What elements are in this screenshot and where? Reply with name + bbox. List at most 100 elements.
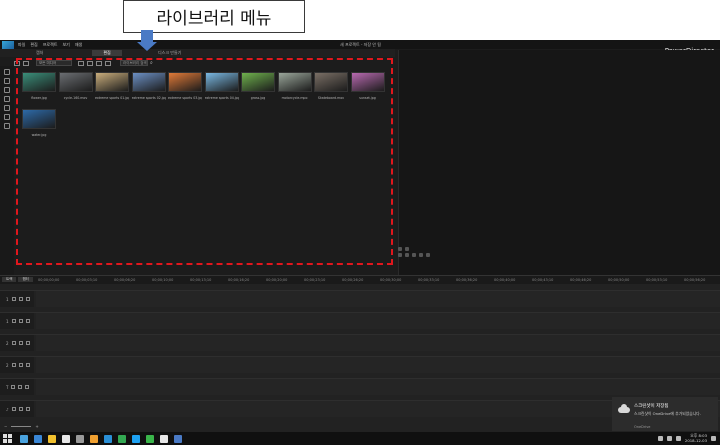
track-lock-icon[interactable] — [18, 407, 23, 411]
zoom-slider[interactable] — [11, 426, 32, 427]
menu-edit[interactable]: 편집 — [30, 42, 37, 48]
track-lock-icon[interactable] — [18, 297, 23, 301]
timeline-tab-tracks[interactable]: 트랙 — [2, 277, 17, 282]
track-mute-icon[interactable] — [25, 385, 30, 389]
tab-produce[interactable]: 디스크 만들기 — [152, 50, 187, 56]
timeline-track[interactable]: 2 — [0, 356, 720, 373]
clock[interactable]: 오후 8:03 2018-12-03 — [685, 433, 707, 443]
particle-room-icon[interactable] — [4, 96, 10, 102]
stop-icon[interactable] — [405, 253, 409, 257]
media-thumbnail[interactable]: extreme sports 02.jpg — [131, 72, 166, 100]
menu-play[interactable]: 재생 — [75, 42, 82, 48]
menu-view[interactable]: 보기 — [62, 42, 69, 48]
taskbar-app-icon[interactable] — [132, 434, 140, 443]
media-thumbnail[interactable]: extreme sports 01.jpg — [95, 72, 129, 100]
volume-icon[interactable] — [666, 435, 672, 441]
next-frame-icon[interactable] — [419, 253, 423, 257]
menu-file[interactable]: 파일 — [18, 42, 25, 48]
search-icon[interactable]: ⌕ — [150, 60, 153, 66]
library-search-input[interactable]: 라이브러리 검색 — [120, 60, 148, 66]
ime-icon[interactable] — [675, 435, 681, 441]
view-list-icon[interactable] — [78, 60, 84, 66]
transition-room-icon[interactable] — [4, 114, 10, 120]
taskbar-app-icon[interactable] — [104, 434, 112, 443]
media-thumbnail[interactable]: extreme sports 03.jpg — [168, 72, 202, 100]
track-mute-icon[interactable] — [25, 297, 30, 301]
visibility-checkbox-icon[interactable] — [11, 341, 16, 345]
taskbar-app-icon[interactable] — [174, 434, 182, 443]
timeline-ruler[interactable]: 트랙 챕터 00;00;00;00 00;00;03;10 00;00;06;20 0… — [0, 276, 720, 284]
media-thumbnail[interactable]: cycle-160.mov — [58, 72, 93, 100]
track-lock-icon[interactable] — [18, 319, 23, 323]
timeline-track[interactable]: 1 — [0, 312, 720, 329]
timeline-track[interactable]: 2 — [0, 334, 720, 351]
visibility-checkbox-icon[interactable] — [11, 363, 16, 367]
track-lane[interactable] — [36, 291, 720, 307]
audio-room-icon[interactable] — [4, 123, 10, 129]
track-lock-icon[interactable] — [18, 363, 23, 367]
visibility-checkbox-icon[interactable] — [11, 297, 16, 301]
notification-toast[interactable]: 스크린샷이 저장됨 스크린샷이 OneDrive에 추가되었습니다. OneDr… — [612, 397, 718, 431]
movie-mode-icon[interactable] — [405, 247, 409, 251]
track-header[interactable]: 2 — [0, 357, 34, 373]
track-lane[interactable] — [36, 335, 720, 351]
view-grid-icon[interactable] — [87, 60, 93, 66]
visibility-checkbox-icon[interactable] — [11, 319, 16, 323]
plugin-icon[interactable] — [23, 60, 29, 66]
windows-start-icon[interactable] — [3, 433, 13, 444]
track-lane[interactable] — [36, 357, 720, 373]
import-media-icon[interactable] — [14, 60, 20, 66]
media-thumbnail[interactable]: extreme sports 04.jpg — [204, 72, 239, 100]
media-thumbnail[interactable]: grass.jpg — [241, 72, 275, 100]
timeline-tab-chapters[interactable]: 챕터 — [18, 277, 33, 282]
library-menu-icon[interactable] — [105, 60, 111, 66]
track-header[interactable]: 1 — [0, 313, 34, 329]
media-thumbnail[interactable]: motorcycle.mpo — [277, 72, 312, 100]
taskbar-app-icon[interactable] — [76, 434, 84, 443]
taskbar-app-icon[interactable] — [62, 434, 70, 443]
track-lane[interactable] — [36, 379, 720, 395]
notification-center-icon[interactable] — [711, 435, 716, 441]
media-thumbnail[interactable]: flower.jpg — [22, 72, 56, 100]
zoom-out-icon[interactable]: − — [4, 424, 7, 429]
media-thumbnail[interactable]: water.jpg — [22, 109, 56, 137]
track-mute-icon[interactable] — [25, 407, 30, 411]
taskbar-app-icon[interactable] — [34, 434, 42, 443]
network-icon[interactable] — [657, 435, 663, 441]
track-mute-icon[interactable] — [25, 341, 30, 345]
menu-project[interactable]: 프로젝트 — [43, 42, 58, 48]
visibility-checkbox-icon[interactable] — [11, 407, 16, 411]
effect-room-icon[interactable] — [4, 78, 10, 84]
track-header[interactable]: 2 — [0, 335, 34, 351]
track-header[interactable]: ♪ — [0, 401, 34, 417]
track-mute-icon[interactable] — [25, 363, 30, 367]
track-lane[interactable] — [36, 313, 720, 329]
title-room-icon[interactable] — [4, 105, 10, 111]
visibility-checkbox-icon[interactable] — [11, 385, 16, 389]
snapshot-icon[interactable] — [426, 253, 430, 257]
timeline-track[interactable]: T — [0, 378, 720, 395]
sort-icon[interactable] — [96, 60, 102, 66]
clip-mode-icon[interactable] — [398, 247, 402, 251]
track-mute-icon[interactable] — [25, 319, 30, 323]
taskbar-app-icon[interactable] — [48, 434, 56, 443]
pip-room-icon[interactable] — [4, 87, 10, 93]
track-header[interactable]: 1 — [0, 291, 34, 307]
media-thumbnail[interactable]: sunset.jpg — [350, 72, 385, 100]
media-room-icon[interactable] — [4, 69, 10, 75]
timeline-track[interactable]: 1 — [0, 290, 720, 307]
track-header[interactable]: T — [0, 379, 34, 395]
media-filter-select[interactable]: 모든 미디어 — [36, 60, 72, 66]
taskbar-app-icon[interactable] — [146, 434, 154, 443]
tab-edit[interactable]: 편집 — [92, 50, 122, 56]
play-icon[interactable] — [398, 253, 402, 257]
taskbar-app-icon[interactable] — [90, 434, 98, 443]
track-lock-icon[interactable] — [18, 341, 23, 345]
prev-frame-icon[interactable] — [412, 253, 416, 257]
track-lock-icon[interactable] — [18, 385, 23, 389]
taskbar-app-icon[interactable] — [20, 434, 28, 443]
tab-capture[interactable]: 캡처 — [30, 50, 49, 56]
zoom-in-icon[interactable]: + — [35, 424, 38, 429]
taskbar-app-icon[interactable] — [160, 434, 168, 443]
media-thumbnail[interactable]: Skateboard.mov — [314, 72, 348, 100]
